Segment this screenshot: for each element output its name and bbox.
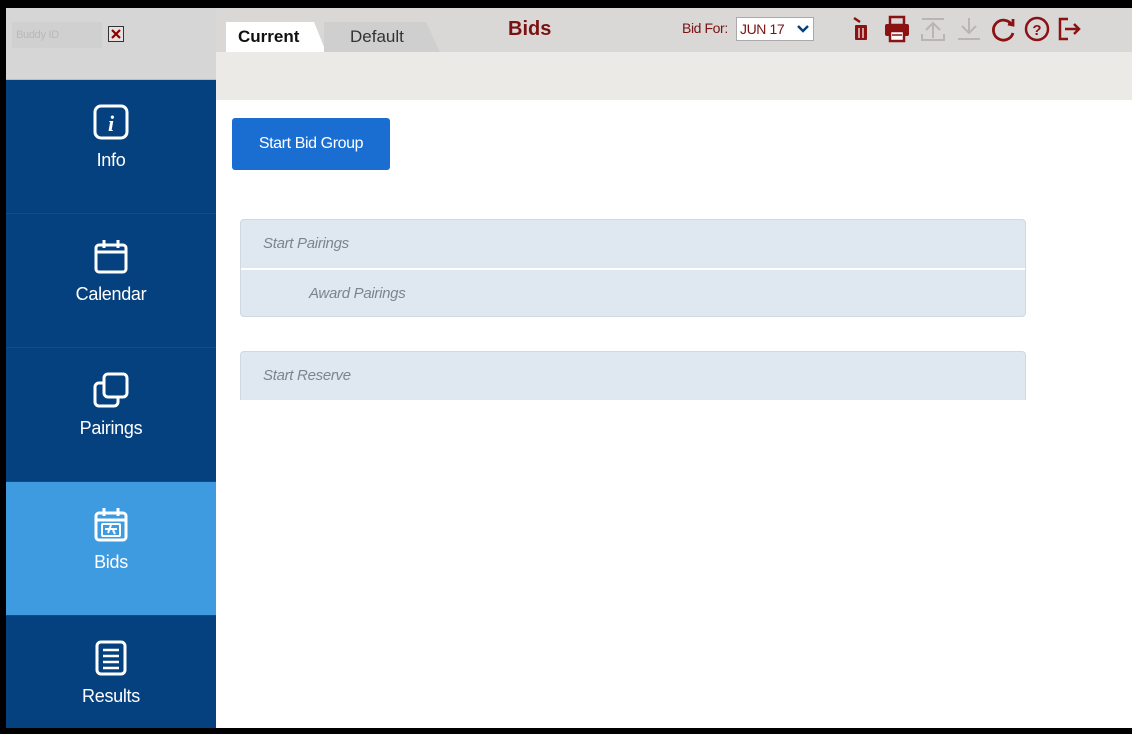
sidebar-item-pairings[interactable]: Pairings <box>6 348 216 482</box>
sidebar-item-info[interactable]: i Info <box>6 80 216 214</box>
app-window: Buddy ID i Info Calendar Pairings Bids R… <box>6 8 1132 728</box>
main-content: Start Bid Group Start Pairings Award Pai… <box>216 100 1132 728</box>
buddy-id-bar: Buddy ID <box>6 8 216 80</box>
svg-text:?: ? <box>1032 22 1041 39</box>
top-bar: Current Default Bids Bid For: JUN 17 ? <box>216 8 1132 52</box>
sidebar-item-bids[interactable]: Bids <box>6 482 216 616</box>
sidebar-item-results[interactable]: Results <box>6 616 216 728</box>
sidebar-item-label: Info <box>96 150 126 170</box>
upload-icon[interactable] <box>918 14 948 44</box>
start-reserve-row[interactable]: Start Reserve <box>241 352 1025 400</box>
sidebar-item-label: Pairings <box>79 418 143 438</box>
pairings-icon <box>93 372 129 408</box>
buddy-id-input[interactable]: Buddy ID <box>12 22 102 48</box>
sidebar-item-label: Results <box>82 686 140 706</box>
bids-icon <box>94 508 128 542</box>
tab-current[interactable]: Current <box>226 22 326 52</box>
logout-icon[interactable] <box>1054 14 1084 44</box>
chevron-down-icon <box>797 25 809 33</box>
page-title: Bids <box>508 18 552 40</box>
info-icon: i <box>93 104 129 140</box>
results-icon <box>95 640 127 676</box>
start-pairings-row[interactable]: Start Pairings <box>241 220 1025 268</box>
start-bid-group-button[interactable]: Start Bid Group <box>232 118 390 170</box>
svg-text:i: i <box>108 111 115 136</box>
print-icon[interactable] <box>882 14 912 44</box>
download-icon[interactable] <box>954 14 984 44</box>
refresh-icon[interactable] <box>988 14 1018 44</box>
calendar-icon <box>94 240 128 274</box>
close-icon[interactable] <box>108 26 124 42</box>
bid-for-select[interactable]: JUN 17 <box>736 17 814 41</box>
bid-for-value: JUN 17 <box>740 21 785 37</box>
sidebar-item-label: Calendar <box>75 284 147 304</box>
sub-toolbar <box>216 52 1132 100</box>
sidebar: Buddy ID i Info Calendar Pairings Bids R… <box>6 8 216 728</box>
pairings-panel: Start Pairings Award Pairings <box>240 219 1026 317</box>
sidebar-item-calendar[interactable]: Calendar <box>6 214 216 348</box>
reserve-panel: Start Reserve <box>240 351 1026 400</box>
sidebar-item-label: Bids <box>94 552 128 572</box>
tab-default[interactable]: Default <box>324 22 440 52</box>
help-icon[interactable]: ? <box>1022 14 1052 44</box>
bid-for-label: Bid For: <box>682 20 728 36</box>
award-pairings-row[interactable]: Award Pairings <box>241 268 1025 316</box>
trash-icon[interactable] <box>846 14 876 44</box>
